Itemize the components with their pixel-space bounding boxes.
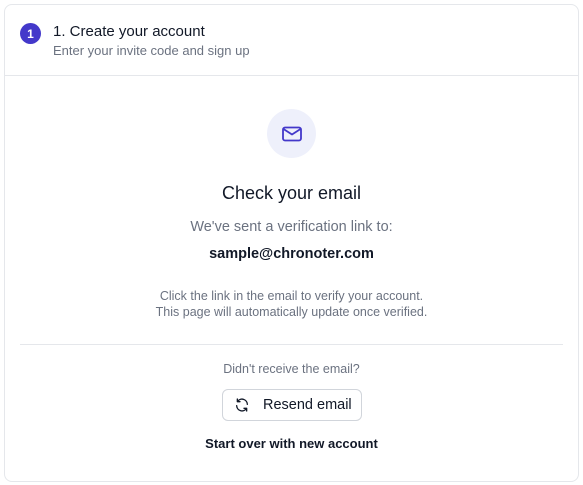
step-header: 1 1. Create your account Enter your invi… — [5, 5, 578, 76]
mail-icon — [280, 122, 304, 146]
divider — [20, 344, 563, 345]
check-email-panel: Check your email We've sent a verificati… — [5, 76, 578, 481]
step-subtitle: Enter your invite code and sign up — [53, 43, 250, 58]
signup-card: 1 1. Create your account Enter your invi… — [4, 4, 579, 482]
check-email-title: Check your email — [221, 183, 362, 203]
resend-email-label: Resend email — [263, 397, 352, 413]
email-address: sample@chronoter.com — [209, 246, 374, 262]
resend-email-button[interactable]: Resend email — [222, 389, 362, 421]
refresh-icon — [234, 397, 250, 413]
sent-text: We've sent a verification link to: — [190, 219, 393, 235]
info-line-1: Click the link in the email to verify yo… — [159, 289, 424, 303]
start-over-link[interactable]: Start over with new account — [0, 436, 583, 451]
step-title: 1. Create your account — [53, 23, 205, 40]
step-number-badge: 1 — [20, 23, 41, 44]
didnt-receive-text: Didn't receive the email? — [223, 362, 360, 376]
mail-icon-circle — [267, 109, 316, 158]
info-line-2: This page will automatically update once… — [155, 305, 428, 319]
